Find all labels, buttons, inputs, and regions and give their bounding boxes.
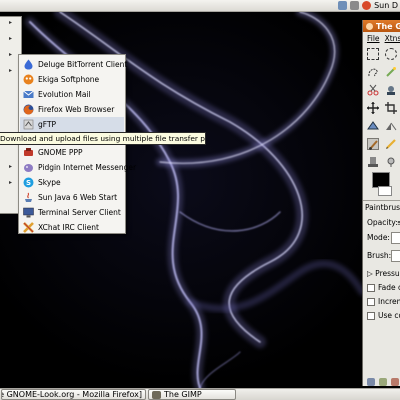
menu-item-gftp[interactable]: gFTP [20, 117, 124, 132]
crop-tool-icon[interactable] [385, 102, 397, 114]
menu-item-label: Skype [38, 178, 61, 187]
menu-item-label: GNOME PPP [38, 148, 83, 157]
submenu-arrow-icon[interactable]: ▸ [9, 179, 12, 186]
tooltip: Download and upload files using multiple… [0, 132, 206, 145]
free-select-tool-icon[interactable] [367, 66, 379, 78]
menu-item-gnome-ppp[interactable]: GNOME PPP [20, 145, 124, 160]
clone-tool-icon[interactable] [367, 156, 379, 168]
menu-item-label: Deluge BitTorrent Client [38, 60, 128, 69]
tool-options-actions [367, 378, 399, 386]
menu-item-java-web-start[interactable]: Sun Java 6 Web Start [20, 190, 124, 205]
submenu-arrow-icon[interactable]: ▸ [9, 163, 12, 170]
menu-item-firefox[interactable]: Firefox Web Browser [20, 102, 124, 117]
mode-label: Mode: [367, 233, 390, 242]
fade-out-label: Fade o [378, 283, 400, 292]
evolution-icon [23, 89, 34, 100]
menu-item-label: XChat IRC Client [38, 223, 99, 232]
tsclient-icon [23, 207, 34, 218]
gimp-toolbox-window: The G File Xtns Paintbrus Opacity: Mode:… [362, 20, 400, 386]
menu-file[interactable]: File [367, 34, 380, 43]
incremental-label: Increm [378, 297, 400, 306]
update-icon[interactable] [362, 1, 372, 10]
scissors-tool-icon[interactable] [367, 84, 379, 96]
menu-item-ekiga[interactable]: Ekiga Softphone [20, 72, 124, 87]
taskbar-firefox-label: uttle GNOME-Look.org - Mozilla Firefox] [1, 390, 142, 399]
gftp-icon [23, 119, 34, 130]
taskbar-gimp-button[interactable]: The GIMP [148, 389, 236, 400]
menu-item-evolution[interactable]: Evolution Mail [20, 87, 124, 102]
expander-arrow-icon: ▷ [367, 269, 373, 278]
brush-label: Brush: [367, 251, 392, 260]
menu-item-label: gFTP [38, 120, 57, 129]
opacity-label: Opacity: [367, 218, 398, 227]
skype-icon: S [23, 177, 34, 188]
gimp-menubar: File Xtns [363, 32, 400, 44]
ellipse-select-tool-icon[interactable] [385, 48, 397, 60]
brush-select[interactable] [391, 250, 400, 262]
pressure-label: Pressu [375, 269, 400, 278]
menu-item-tsclient[interactable]: Terminal Server Client [20, 205, 124, 220]
reset-options-icon[interactable] [391, 378, 399, 386]
gimp-titlebar[interactable]: The G [363, 20, 400, 32]
paintbrush-tool-icon[interactable] [367, 138, 379, 150]
tool-options-title: Paintbrush [365, 203, 400, 212]
deluge-icon [23, 59, 34, 70]
dodge-burn-tool-icon[interactable] [385, 156, 397, 168]
menu-xtns[interactable]: Xtns [385, 34, 400, 43]
menu-item-label: Evolution Mail [38, 90, 91, 99]
submenu-arrow-icon[interactable]: ▸ [9, 67, 12, 74]
pressure-expander[interactable]: ▷ Pressu [367, 269, 400, 278]
submenu-arrow-icon[interactable]: ▸ [9, 19, 12, 26]
gimp-title: The G [376, 21, 400, 31]
gimp-icon [152, 390, 161, 399]
flip-tool-icon[interactable] [385, 120, 397, 132]
clock-date[interactable]: Sun D [374, 1, 398, 10]
pidgin-icon [23, 162, 34, 173]
java-icon [23, 192, 34, 203]
restore-options-icon[interactable] [379, 378, 387, 386]
save-options-icon[interactable] [367, 378, 375, 386]
gimp-icon [366, 22, 373, 30]
volume-icon[interactable] [350, 1, 360, 10]
taskbar-gimp-label: The GIMP [164, 390, 202, 399]
menu-item-skype[interactable]: S Skype [20, 175, 124, 190]
firefox-icon [23, 104, 34, 115]
taskbar-firefox-button[interactable]: uttle GNOME-Look.org - Mozilla Firefox] [1, 389, 146, 400]
background-color-swatch[interactable] [378, 186, 392, 196]
pencil-tool-icon[interactable] [385, 138, 397, 150]
menu-item-label: Firefox Web Browser [38, 105, 115, 114]
submenu-arrow-icon[interactable]: ▸ [9, 35, 12, 42]
menu-item-xchat[interactable]: XChat IRC Client [20, 220, 124, 235]
menu-item-deluge[interactable]: Deluge BitTorrent Client [20, 57, 128, 72]
bottom-panel: uttle GNOME-Look.org - Mozilla Firefox] … [0, 388, 400, 400]
network-icon[interactable] [338, 1, 348, 10]
xchat-icon [23, 222, 34, 233]
menu-item-pidgin[interactable]: Pidgin Internet Messenger [20, 160, 136, 175]
svg-text:S: S [26, 179, 31, 187]
menu-item-label: Sun Java 6 Web Start [38, 193, 118, 202]
ekiga-icon [23, 74, 34, 85]
separator [363, 200, 400, 201]
fuzzy-select-tool-icon[interactable] [385, 66, 397, 78]
mode-select[interactable] [391, 232, 400, 244]
menu-item-label: Ekiga Softphone [38, 75, 100, 84]
move-tool-icon[interactable] [367, 102, 379, 114]
transform-tool-icon[interactable] [367, 120, 379, 132]
foreground-select-tool-icon[interactable] [385, 84, 397, 96]
rect-select-tool-icon[interactable] [367, 48, 379, 60]
use-color-label: Use co [378, 311, 400, 320]
fg-bg-color-selector[interactable] [372, 172, 394, 196]
gnome-ppp-icon [23, 147, 34, 158]
menu-item-label: Pidgin Internet Messenger [38, 163, 137, 172]
use-color-checkbox[interactable] [367, 312, 375, 320]
menu-item-label: Terminal Server Client [38, 208, 121, 217]
top-panel: Sun D [0, 0, 400, 12]
incremental-checkbox[interactable] [367, 298, 375, 306]
fade-out-checkbox[interactable] [367, 284, 375, 292]
submenu-arrow-icon[interactable]: ▸ [9, 51, 12, 58]
